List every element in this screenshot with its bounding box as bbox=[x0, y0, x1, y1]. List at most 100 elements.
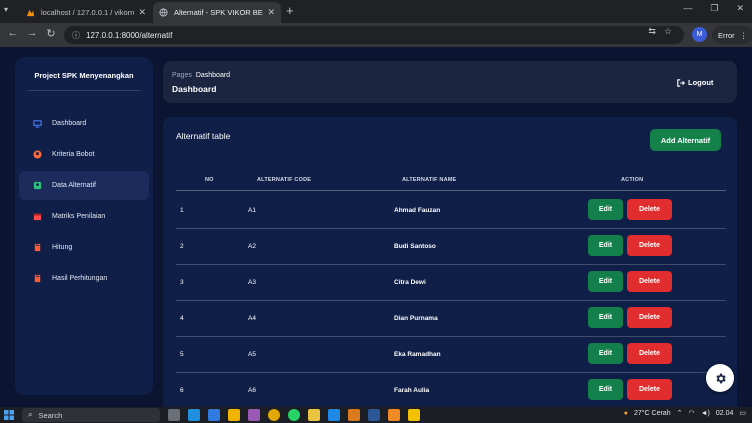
cell-name: Farah Aulia bbox=[394, 387, 430, 394]
app-icon[interactable] bbox=[248, 409, 260, 421]
back-icon[interactable]: ← bbox=[6, 27, 20, 39]
edit-button[interactable]: Edit bbox=[588, 271, 623, 292]
breadcrumb-root[interactable]: Pages bbox=[172, 72, 192, 79]
sidebar-item-kriteria-bobot[interactable]: Kriteria Bobot bbox=[19, 140, 149, 169]
volume-icon[interactable]: ◄) bbox=[701, 410, 710, 417]
add-alternatif-button[interactable]: Add Alternatif bbox=[650, 129, 721, 151]
cell-name: Eka Ramadhan bbox=[394, 351, 441, 358]
sidebar-item-hasil-perhitungan[interactable]: Hasil Perhitungan bbox=[19, 264, 149, 293]
monitor-icon bbox=[33, 120, 42, 128]
sidebar: Project SPK Menyenangkan Dashboard Krite… bbox=[15, 57, 153, 395]
table-title: Alternatif table bbox=[176, 131, 231, 141]
new-tab-icon[interactable]: + bbox=[286, 3, 294, 18]
table-row: 2 A2 Budi Santoso Edit Delete bbox=[176, 229, 726, 265]
edit-button[interactable]: Edit bbox=[588, 343, 623, 364]
edit-button[interactable]: Edit bbox=[588, 379, 623, 400]
cell-code: A4 bbox=[248, 315, 256, 322]
edit-button[interactable]: Edit bbox=[588, 235, 623, 256]
book-icon bbox=[34, 243, 41, 252]
column-header-name: ALTERNATIF NAME bbox=[402, 177, 457, 183]
minimize-icon[interactable]: — bbox=[683, 3, 692, 14]
site-info-icon[interactable]: ⓘ bbox=[72, 30, 80, 41]
address-bar[interactable]: ⓘ 127.0.0.1:8000/alternatif bbox=[64, 26, 684, 44]
translate-icon[interactable]: ⇆ bbox=[648, 26, 656, 37]
gear-icon bbox=[715, 373, 726, 383]
windows-start-icon[interactable] bbox=[4, 410, 14, 420]
brand-title: Project SPK Menyenangkan bbox=[34, 71, 134, 80]
taskbar-search[interactable]: ⌕ Search bbox=[22, 408, 160, 422]
wifi-icon[interactable]: ◠ bbox=[688, 409, 694, 417]
edit-button[interactable]: Edit bbox=[588, 307, 623, 328]
folder-icon[interactable] bbox=[308, 409, 320, 421]
close-tab-icon[interactable]: ✕ bbox=[267, 7, 275, 18]
sidebar-item-matriks-penilaian[interactable]: Matriks Penilaian bbox=[19, 202, 149, 231]
delete-button[interactable]: Delete bbox=[627, 343, 672, 364]
xampp-icon[interactable] bbox=[348, 409, 360, 421]
maximize-icon[interactable]: ❐ bbox=[710, 3, 718, 14]
sidebar-item-dashboard[interactable]: Dashboard bbox=[19, 109, 149, 138]
sidebar-item-label: Hitung bbox=[52, 244, 73, 251]
globe-icon bbox=[159, 8, 168, 17]
cell-name: Dian Purnama bbox=[394, 315, 438, 322]
error-button[interactable]: Error ⋮ bbox=[712, 26, 752, 44]
file-explorer-icon[interactable] bbox=[228, 409, 240, 421]
close-tab-icon[interactable]: ✕ bbox=[138, 7, 146, 18]
app-icon[interactable] bbox=[388, 409, 400, 421]
cell-name: Citra Dewi bbox=[394, 279, 426, 286]
cell-no: 6 bbox=[180, 387, 184, 394]
delete-button[interactable]: Delete bbox=[627, 199, 672, 220]
task-view-icon[interactable] bbox=[168, 409, 180, 421]
search-icon: ⌕ bbox=[28, 410, 33, 419]
cell-name: Ahmad Fauzan bbox=[394, 207, 441, 214]
store-icon[interactable] bbox=[208, 409, 220, 421]
delete-button[interactable]: Delete bbox=[627, 271, 672, 292]
notification-icon[interactable]: ▭ bbox=[739, 409, 746, 417]
sidebar-item-label: Kriteria Bobot bbox=[52, 151, 95, 158]
reload-icon[interactable]: ↻ bbox=[44, 27, 58, 40]
sidebar-divider bbox=[27, 90, 141, 91]
chevron-up-icon[interactable]: ⌃ bbox=[677, 409, 683, 417]
word-icon[interactable] bbox=[368, 409, 380, 421]
user-circle-icon bbox=[33, 150, 42, 159]
edit-button[interactable]: Edit bbox=[588, 199, 623, 220]
cell-no: 1 bbox=[180, 207, 184, 214]
sidebar-item-data-alternatif[interactable]: Data Alternatif bbox=[19, 171, 149, 200]
bookmark-star-icon[interactable]: ☆ bbox=[664, 26, 672, 37]
forward-icon[interactable]: → bbox=[25, 27, 39, 39]
breadcrumb-current: Dashboard bbox=[195, 72, 231, 79]
calendar-icon bbox=[33, 213, 42, 221]
whatsapp-icon[interactable] bbox=[288, 409, 300, 421]
url-text: 127.0.0.1:8000/alternatif bbox=[86, 30, 173, 40]
delete-button[interactable]: Delete bbox=[627, 379, 672, 400]
tab-phpmyadmin[interactable]: localhost / 127.0.0.1 / vikorrobk ✕ bbox=[20, 2, 152, 23]
logout-button[interactable]: Logout bbox=[677, 78, 713, 87]
app-icon[interactable] bbox=[408, 409, 420, 421]
alternatif-card: Alternatif table Add Alternatif NO ALTER… bbox=[163, 117, 737, 407]
profile-avatar[interactable]: M bbox=[692, 27, 707, 42]
tab-label: Alternatif - SPK VIKOR BEASISWA bbox=[174, 8, 263, 17]
logout-icon bbox=[677, 78, 685, 87]
settings-fab-button[interactable] bbox=[706, 364, 734, 392]
vscode-icon[interactable] bbox=[328, 409, 340, 421]
top-navbar: Pages Dashboard Dashboard Logout bbox=[163, 61, 737, 103]
table-row: 3 A3 Citra Dewi Edit Delete bbox=[176, 265, 726, 301]
cell-no: 4 bbox=[180, 315, 184, 322]
breadcrumb: Pages Dashboard bbox=[172, 72, 230, 79]
users-icon bbox=[33, 181, 42, 190]
weather-text[interactable]: 27°C Cerah bbox=[634, 410, 671, 417]
sidebar-item-hitung[interactable]: Hitung bbox=[19, 233, 149, 262]
cell-no: 5 bbox=[180, 351, 184, 358]
logout-label: Logout bbox=[688, 78, 714, 87]
column-header-no: NO bbox=[205, 177, 214, 183]
delete-button[interactable]: Delete bbox=[627, 235, 672, 256]
chrome-icon[interactable] bbox=[268, 409, 280, 421]
cell-code: A1 bbox=[248, 207, 256, 214]
close-window-icon[interactable]: ✕ bbox=[736, 3, 744, 14]
web-page: Project SPK Menyenangkan Dashboard Krite… bbox=[0, 47, 752, 407]
delete-button[interactable]: Delete bbox=[627, 307, 672, 328]
table-header: NO ALTERNATIF CODE ALTERNATIF NAME ACTIO… bbox=[176, 171, 726, 191]
edge-icon[interactable] bbox=[188, 409, 200, 421]
clock[interactable]: 02.04 bbox=[716, 410, 734, 417]
tab-alternatif[interactable]: Alternatif - SPK VIKOR BEASISWA ✕ bbox=[153, 2, 281, 23]
tab-search-icon[interactable]: ▾ bbox=[4, 5, 14, 17]
